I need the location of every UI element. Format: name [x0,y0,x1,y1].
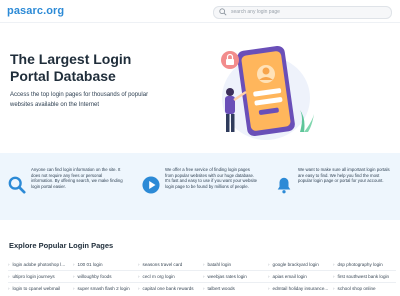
hero-description: Access the top login pages for thousands… [10,92,149,108]
popular-link[interactable]: › weebjas rates login [203,274,247,279]
search-input[interactable]: search any login page [213,6,392,19]
search-icon [219,8,227,16]
chevron-right-icon: › [203,274,205,279]
chevron-right-icon: › [333,274,335,279]
chevron-right-icon: › [73,286,75,291]
explore-title: Explore Popular Login Pages [9,241,114,250]
top-header: pasarc.org search any login page [0,0,400,23]
chevron-right-icon: › [138,286,140,291]
feature-text: We want to make sure all important login… [298,167,390,184]
chevron-right-icon: › [8,274,10,279]
popular-link[interactable]: › login adobe photoshop l... [8,262,65,267]
chevron-right-icon: › [73,274,75,279]
chevron-right-icon: › [268,274,270,279]
chevron-right-icon: › [333,262,335,267]
popular-link[interactable]: › google brackyard login [268,262,319,267]
feature-text: Anyone can find login information on the… [31,167,123,190]
popular-link[interactable]: › willoughby foods [73,274,112,279]
popular-link[interactable]: › super smash flash 2 login [73,286,130,291]
search-icon [8,176,26,194]
hero-title-line1: The Largest Login [10,51,132,67]
site-logo[interactable]: pasarc.org [7,5,64,17]
chevron-right-icon: › [203,286,205,291]
popular-link[interactable]: › capital one bank rewards [138,286,194,291]
chevron-right-icon: › [268,286,270,291]
hero-title: The Largest Login Portal Database [10,51,200,85]
play-icon [142,176,160,194]
popular-link[interactable]: › batahl login [203,262,231,267]
popular-link[interactable]: › seasons travel card [138,262,182,267]
popular-link[interactable]: › dsp photography login [333,262,383,267]
feature-text: We offer a free service of finding login… [165,167,258,190]
hero-title-line2: Portal Database [10,68,116,84]
chevron-right-icon: › [333,286,335,291]
chevron-right-icon: › [8,286,10,291]
bell-icon [277,177,291,194]
row-divider [8,270,396,271]
row-divider [8,282,396,283]
chevron-right-icon: › [138,274,140,279]
popular-link[interactable]: › 100 01 login [73,262,103,267]
popular-link[interactable]: › talbert woods [203,286,235,291]
chevron-right-icon: › [73,262,75,267]
popular-link[interactable]: › edmtail holiday insurance... [268,286,328,291]
popular-link[interactable]: › apias email login [268,274,307,279]
popular-link[interactable]: › login to cpanel webmail [8,286,60,291]
chevron-right-icon: › [268,262,270,267]
login-illustration [221,45,314,140]
popular-link[interactable]: › first southwest bank login [333,274,389,279]
chevron-right-icon: › [8,262,10,267]
popular-link[interactable]: › cecl m org login [138,274,175,279]
links-row: › login to cpanel webmail › super smash fl… [8,286,396,296]
search-placeholder: search any login page [231,9,280,15]
popular-link[interactable]: › school shop online [333,286,376,291]
chevron-right-icon: › [138,262,140,267]
popular-link[interactable]: › ultipro login journeys [8,274,55,279]
chevron-right-icon: › [203,262,205,267]
